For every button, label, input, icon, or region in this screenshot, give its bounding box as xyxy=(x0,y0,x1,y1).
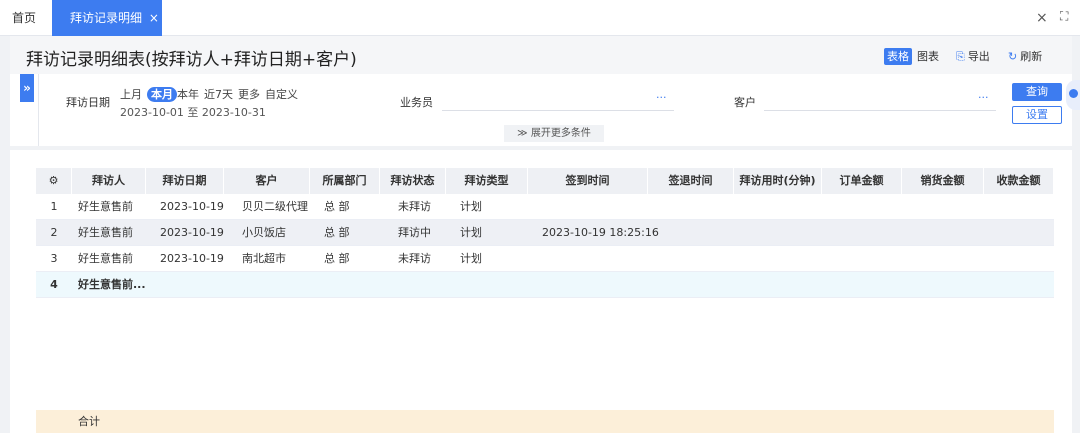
salesman-picker-icon[interactable]: ··· xyxy=(656,91,667,104)
tab-home[interactable]: 首页 xyxy=(0,0,48,36)
table-row[interactable]: 1 好生意售前 2023-10-19 贝贝二级代理 总 部 未拜访 计划 xyxy=(36,194,1054,220)
date-range: 2023-10-01 至 2023-10-31 xyxy=(120,106,266,119)
customer-label: 客户 xyxy=(734,96,756,109)
salesman-label: 业务员 xyxy=(400,96,433,109)
cell-type: 计划 xyxy=(460,252,482,265)
visit-date-label: 拜访日期 xyxy=(66,96,110,109)
tab-close-icon[interactable]: × xyxy=(149,11,159,25)
col-visitor[interactable]: 拜访人 xyxy=(72,168,146,194)
cell-customer: 小贝饭店 xyxy=(242,226,286,239)
column-settings-icon[interactable]: ⚙ xyxy=(36,168,72,194)
quick-last-7-days[interactable]: 近7天 xyxy=(204,87,233,102)
table-row[interactable]: 2 好生意售前 2023-10-19 小贝饭店 总 部 拜访中 计划 2023-… xyxy=(36,220,1054,246)
cell-visitor: 好生意售前 xyxy=(78,226,133,239)
cell-status: 拜访中 xyxy=(398,226,431,239)
cell-type: 计划 xyxy=(460,200,482,213)
quick-last-month[interactable]: 上月 xyxy=(120,87,142,102)
cell-customer: 南北超市 xyxy=(242,252,286,265)
table-row[interactable]: 3 好生意售前 2023-10-19 南北超市 总 部 未拜访 计划 xyxy=(36,246,1054,272)
cell-date: 2023-10-19 xyxy=(160,226,224,239)
export-label: 导出 xyxy=(967,50,990,63)
cell-department: 总 部 xyxy=(324,200,350,213)
refresh-label: 刷新 xyxy=(1020,50,1043,63)
page-header: 拜访记录明细表(按拜访人+拜访日期+客户) 表格 图表 ⎘ 导出 ↻ 刷新 xyxy=(10,36,1072,74)
refresh-button[interactable]: ↻ 刷新 xyxy=(1008,48,1042,65)
cell-customer: 贝贝二级代理 xyxy=(242,200,308,213)
expand-sidebar-icon[interactable]: » xyxy=(20,74,34,102)
view-table-button[interactable]: 表格 xyxy=(884,48,912,65)
salesman-input[interactable] xyxy=(442,110,674,111)
row-number: 1 xyxy=(50,200,58,213)
customer-picker-icon[interactable]: ··· xyxy=(978,91,989,104)
cell-visitor: 好生意售前 xyxy=(78,200,133,213)
cell-date: 2023-10-19 xyxy=(160,252,224,265)
view-chart-button[interactable]: 图表 xyxy=(914,48,942,65)
table-header: ⚙ 拜访人 拜访日期 客户 所属部门 拜访状态 拜访类型 签到时间 签退时间 拜… xyxy=(36,168,1054,194)
fullscreen-icon[interactable]: ⛶ xyxy=(1060,9,1068,24)
cell-department: 总 部 xyxy=(324,252,350,265)
col-order-amount[interactable]: 订单金额 xyxy=(822,168,902,194)
page-title: 拜访记录明细表(按拜访人+拜访日期+客户) xyxy=(26,50,357,70)
row-number: 2 xyxy=(50,226,58,239)
row-number: 3 xyxy=(50,252,58,265)
cell-status: 未拜访 xyxy=(398,252,431,265)
row-number: 4 xyxy=(50,278,58,291)
assistant-widget-icon[interactable] xyxy=(1066,80,1080,110)
cell-status: 未拜访 xyxy=(398,200,431,213)
settings-button[interactable]: 设置 xyxy=(1012,106,1062,124)
filter-panel: » 拜访日期 上月 本月 本年 近7天 更多 自定义 2023-10-01 至 … xyxy=(10,74,1072,146)
customer-input[interactable] xyxy=(764,110,996,111)
col-receipt-amount[interactable]: 收款金额 xyxy=(984,168,1054,194)
window-close-icon[interactable]: × xyxy=(1036,10,1048,26)
tab-visit-detail[interactable]: 拜访记录明细 × xyxy=(52,0,162,36)
quick-more[interactable]: 更多 xyxy=(238,87,260,102)
cell-date: 2023-10-19 xyxy=(160,200,224,213)
quick-this-month[interactable]: 本月 xyxy=(147,87,177,102)
report-table: ⚙ 拜访人 拜访日期 客户 所属部门 拜访状态 拜访类型 签到时间 签退时间 拜… xyxy=(10,150,1072,433)
col-visit-status[interactable]: 拜访状态 xyxy=(380,168,446,194)
cell-type: 计划 xyxy=(460,226,482,239)
table-total-row: 合计 xyxy=(36,410,1054,433)
cell-visitor: 好生意售前... xyxy=(78,278,146,291)
col-checkin-time[interactable]: 签到时间 xyxy=(528,168,648,194)
cell-department: 总 部 xyxy=(324,226,350,239)
col-checkout-time[interactable]: 签退时间 xyxy=(648,168,734,194)
tab-bar: 首页 拜访记录明细 × × ⛶ xyxy=(0,0,1080,36)
col-visit-duration[interactable]: 拜访用时(分钟) xyxy=(734,168,822,194)
refresh-icon: ↻ xyxy=(1008,50,1018,63)
export-icon: ⎘ xyxy=(956,50,965,63)
total-label: 合计 xyxy=(78,415,100,428)
expand-more-conditions-button[interactable]: ≫ 展开更多条件 xyxy=(504,125,604,142)
divider xyxy=(38,74,39,146)
quick-this-year[interactable]: 本年 xyxy=(177,87,199,102)
tab-visit-detail-label: 拜访记录明细 xyxy=(70,11,143,25)
col-customer[interactable]: 客户 xyxy=(224,168,310,194)
col-department[interactable]: 所属部门 xyxy=(310,168,380,194)
cell-visitor: 好生意售前 xyxy=(78,252,133,265)
col-visit-type[interactable]: 拜访类型 xyxy=(446,168,528,194)
query-button[interactable]: 查询 xyxy=(1012,83,1062,101)
col-sales-amount[interactable]: 销货金额 xyxy=(902,168,984,194)
export-button[interactable]: ⎘ 导出 xyxy=(956,48,990,65)
cell-checkin: 2023-10-19 18:25:16 xyxy=(542,226,659,239)
table-subtotal-row[interactable]: 4 好生意售前... xyxy=(36,272,1054,298)
quick-custom[interactable]: 自定义 xyxy=(265,87,298,102)
col-visit-date[interactable]: 拜访日期 xyxy=(146,168,224,194)
